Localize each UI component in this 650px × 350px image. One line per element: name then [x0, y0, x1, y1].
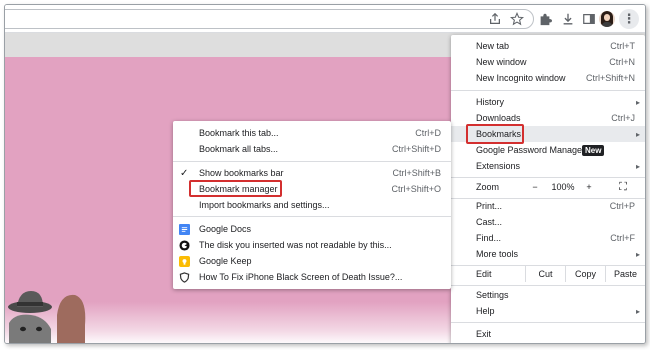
submenu-arrow-icon: ▸ [635, 306, 640, 316]
google-docs-icon [179, 223, 190, 235]
menu-item-bookmark-manager[interactable]: Bookmark manager Ctrl+Shift+O [173, 181, 451, 197]
side-panel-icon[interactable] [581, 11, 597, 27]
google-keep-icon [179, 255, 190, 267]
menu-item-label: How To Fix iPhone Black Screen of Death … [199, 272, 403, 282]
menu-item-shortcut: Ctrl+F [610, 233, 635, 243]
menu-item-print[interactable]: Print... Ctrl+P [451, 198, 645, 214]
zoom-label: Zoom [476, 182, 500, 192]
menu-item-label: Google Keep [199, 256, 252, 266]
menu-separator [451, 285, 645, 286]
menu-item-shortcut: Ctrl+N [609, 57, 635, 67]
zoom-in-button[interactable]: + [581, 179, 597, 195]
menu-separator [451, 322, 645, 323]
menu-item-cast[interactable]: Cast... [451, 214, 645, 230]
star-icon[interactable] [509, 11, 525, 27]
bookmarks-submenu: Bookmark this tab... Ctrl+D Bookmark all… [173, 121, 451, 289]
menu-item-bookmarks[interactable]: Bookmarks ▸ [451, 126, 645, 142]
bookmark-disk-article[interactable]: The disk you inserted was not readable b… [173, 237, 451, 253]
menu-item-label: Import bookmarks and settings... [199, 200, 330, 210]
menu-item-label: Help [476, 306, 495, 316]
submenu-arrow-icon: ▸ [635, 249, 640, 259]
menu-item-label: The disk you inserted was not readable b… [199, 240, 392, 250]
character-illustration [8, 291, 86, 343]
kebab-icon[interactable]: ⋮ [619, 9, 639, 29]
menu-item-label: Extensions [476, 161, 521, 171]
copy-button[interactable]: Copy [565, 266, 605, 282]
menu-item-label: Cast... [476, 217, 503, 227]
submenu-arrow-icon: ▸ [635, 129, 640, 139]
menu-item-label: Bookmark manager [199, 184, 278, 194]
menu-item-show-bookmarks-bar[interactable]: ✓ Show bookmarks bar Ctrl+Shift+B [173, 165, 451, 181]
menu-item-extensions[interactable]: Extensions ▸ [451, 158, 645, 174]
menu-item-label: New Incognito window [476, 73, 566, 83]
menu-item-label: Settings [476, 290, 509, 300]
download-icon[interactable] [560, 11, 576, 27]
site-favicon-icon [179, 239, 190, 251]
menu-item-find[interactable]: Find... Ctrl+F [451, 230, 645, 246]
menu-item-label: Bookmarks [476, 129, 522, 139]
submenu-arrow-icon: ▸ [635, 97, 640, 107]
fullscreen-icon[interactable]: ⛶ [615, 179, 631, 195]
paste-button[interactable]: Paste [605, 266, 645, 282]
submenu-arrow-icon: ▸ [635, 161, 640, 171]
menu-item-label: New window [476, 57, 527, 67]
menu-separator [173, 161, 451, 162]
menu-item-shortcut: Ctrl+D [415, 128, 441, 138]
menu-item-settings[interactable]: Settings [451, 287, 645, 303]
menu-separator [451, 90, 645, 91]
new-badge: New [582, 144, 605, 156]
zoom-level: 100% [551, 182, 575, 192]
menu-item-label: History [476, 97, 505, 107]
zoom-row: Zoom − 100% + ⛶ [451, 179, 645, 195]
menu-item-label: Find... [476, 233, 502, 243]
zoom-out-button[interactable]: − [527, 179, 543, 195]
menu-item-label: Print... [476, 201, 503, 211]
menu-item-help[interactable]: Help ▸ [451, 303, 645, 319]
browser-window: ⋮ New tab Ctrl+T New window Ctrl+N New I… [4, 4, 646, 344]
puzzle-icon[interactable] [537, 11, 553, 27]
edit-row: Edit Cut Copy Paste [451, 266, 645, 282]
menu-item-shortcut: Ctrl+P [609, 201, 635, 211]
menu-item-new-incognito-window[interactable]: New Incognito window Ctrl+Shift+N [451, 70, 645, 86]
menu-separator [173, 216, 451, 217]
menu-item-label: Show bookmarks bar [199, 168, 284, 178]
menu-item-label: Downloads [476, 113, 521, 123]
bookmark-google-docs[interactable]: Google Docs [173, 221, 451, 237]
menu-item-bookmark-all-tabs[interactable]: Bookmark all tabs... Ctrl+Shift+D [173, 141, 451, 157]
edit-label: Edit [476, 269, 492, 279]
menu-item-bookmark-this-tab[interactable]: Bookmark this tab... Ctrl+D [173, 125, 451, 141]
menu-item-import-bookmarks[interactable]: Import bookmarks and settings... [173, 197, 451, 213]
browser-toolbar: ⋮ [5, 5, 645, 33]
menu-item-label: Bookmark all tabs... [199, 144, 279, 154]
bookmark-iphone-article[interactable]: How To Fix iPhone Black Screen of Death … [173, 269, 451, 285]
menu-item-label: Bookmark this tab... [199, 128, 279, 138]
chrome-main-menu: New tab Ctrl+T New window Ctrl+N New Inc… [451, 35, 645, 343]
menu-item-label: More tools [476, 249, 519, 259]
share-icon[interactable] [487, 11, 503, 27]
menu-item-downloads[interactable]: Downloads Ctrl+J [451, 110, 645, 126]
menu-item-shortcut: Ctrl+Shift+B [392, 168, 441, 178]
menu-separator [451, 177, 645, 178]
menu-item-shortcut: Ctrl+T [610, 41, 635, 51]
bookmark-google-keep[interactable]: Google Keep [173, 253, 451, 269]
menu-item-label: Google Docs [199, 224, 252, 234]
menu-item-password-manager[interactable]: Google Password Manager New [451, 142, 645, 158]
menu-item-shortcut: Ctrl+J [611, 113, 635, 123]
menu-item-history[interactable]: History ▸ [451, 94, 645, 110]
menu-item-shortcut: Ctrl+Shift+N [585, 73, 635, 83]
address-bar[interactable] [5, 9, 534, 29]
menu-item-new-tab[interactable]: New tab Ctrl+T [451, 38, 645, 54]
shield-icon [179, 271, 190, 283]
profile-avatar-icon[interactable] [599, 11, 615, 27]
checkmark-icon: ✓ [180, 167, 189, 179]
menu-item-label: Exit [476, 329, 492, 339]
menu-item-more-tools[interactable]: More tools ▸ [451, 246, 645, 262]
menu-item-shortcut: Ctrl+Shift+D [391, 144, 441, 154]
menu-item-exit[interactable]: Exit [451, 326, 645, 342]
menu-item-shortcut: Ctrl+Shift+O [391, 184, 441, 194]
menu-item-label: Google Password Manager [476, 145, 586, 155]
menu-item-label: New tab [476, 41, 510, 51]
cut-button[interactable]: Cut [525, 266, 565, 282]
menu-item-new-window[interactable]: New window Ctrl+N [451, 54, 645, 70]
